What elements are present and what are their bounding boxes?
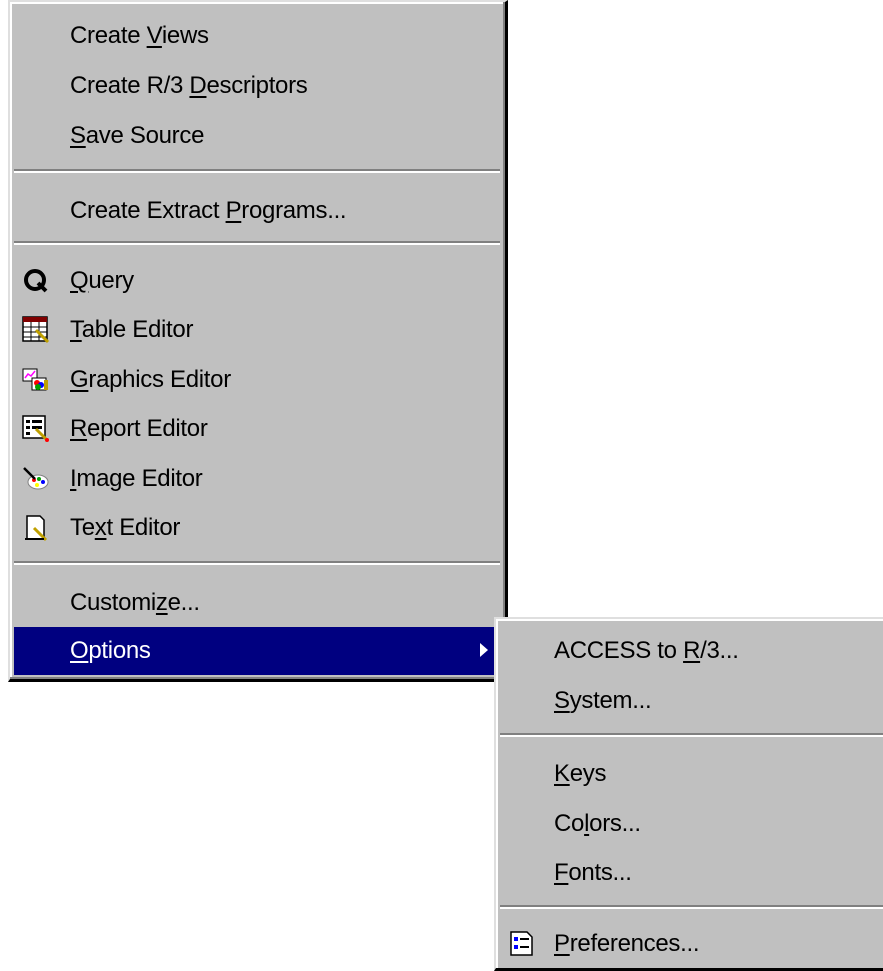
menu-item-label: Customize... (70, 589, 200, 616)
menu-item-label: Graphics Editor (70, 366, 231, 393)
menu-item-text-editor[interactable]: Text Editor (14, 504, 500, 552)
menu-item-save-source[interactable]: Save Source (14, 112, 500, 160)
menu-item-label: Colors... (554, 810, 641, 837)
menu-separator (14, 561, 500, 565)
menu-item-report-editor[interactable]: Report Editor (14, 405, 500, 453)
menu-item-label: Create R/3 Descriptors (70, 72, 308, 99)
options-submenu: ACCESS to R/3... System... Keys Colors..… (494, 617, 883, 971)
menu-item-label: Keys (554, 760, 607, 787)
menu-separator (14, 241, 500, 245)
menu-item-label: Options (70, 637, 151, 664)
text-editor-icon (25, 515, 48, 542)
menu-item-label: Query (70, 267, 134, 294)
menu-item-label: Preferences... (554, 930, 700, 957)
menu-item-options[interactable]: Options (14, 627, 500, 675)
menu-item-label: Create Views (70, 22, 209, 49)
menu-item-create-r3-descriptors[interactable]: Create R/3 Descriptors (14, 62, 500, 110)
menu-item-label: Table Editor (70, 316, 194, 343)
menu-item-label: Fonts... (554, 859, 632, 886)
menu-item-label: Save Source (70, 122, 205, 149)
menu-separator (500, 905, 883, 909)
query-icon (24, 269, 48, 293)
image-editor-icon (23, 467, 49, 490)
report-editor-icon (22, 415, 49, 442)
submenu-item-colors[interactable]: Colors... (500, 800, 883, 848)
menu-item-query[interactable]: Query (14, 257, 500, 305)
menu-item-label: Create Extract Programs... (70, 197, 347, 224)
menu-item-label: ACCESS to R/3... (554, 637, 739, 664)
graphics-editor-icon (22, 368, 48, 391)
submenu-item-system[interactable]: System... (500, 677, 883, 725)
submenu-item-access-to-r3[interactable]: ACCESS to R/3... (500, 627, 883, 675)
menu-item-label: Image Editor (70, 465, 203, 492)
menu-item-label: System... (554, 687, 652, 714)
menu-item-label: Report Editor (70, 415, 208, 442)
menu-separator (14, 169, 500, 173)
main-context-menu: Create Views Create R/3 Descriptors Save… (8, 0, 508, 682)
preferences-icon (510, 931, 533, 956)
menu-item-create-extract-programs[interactable]: Create Extract Programs... (14, 187, 500, 235)
submenu-item-keys[interactable]: Keys (500, 750, 883, 798)
menu-item-image-editor[interactable]: Image Editor (14, 455, 500, 503)
menu-item-table-editor[interactable]: Table Editor (14, 306, 500, 354)
menu-item-customize[interactable]: Customize... (14, 579, 500, 627)
submenu-arrow-icon (480, 643, 488, 657)
menu-item-create-views[interactable]: Create Views (14, 12, 500, 60)
table-editor-icon (22, 316, 50, 344)
submenu-item-fonts[interactable]: Fonts... (500, 849, 883, 897)
menu-item-graphics-editor[interactable]: Graphics Editor (14, 356, 500, 404)
menu-separator (500, 733, 883, 737)
menu-item-label: Text Editor (70, 514, 181, 541)
submenu-item-preferences[interactable]: Preferences... (500, 920, 883, 968)
